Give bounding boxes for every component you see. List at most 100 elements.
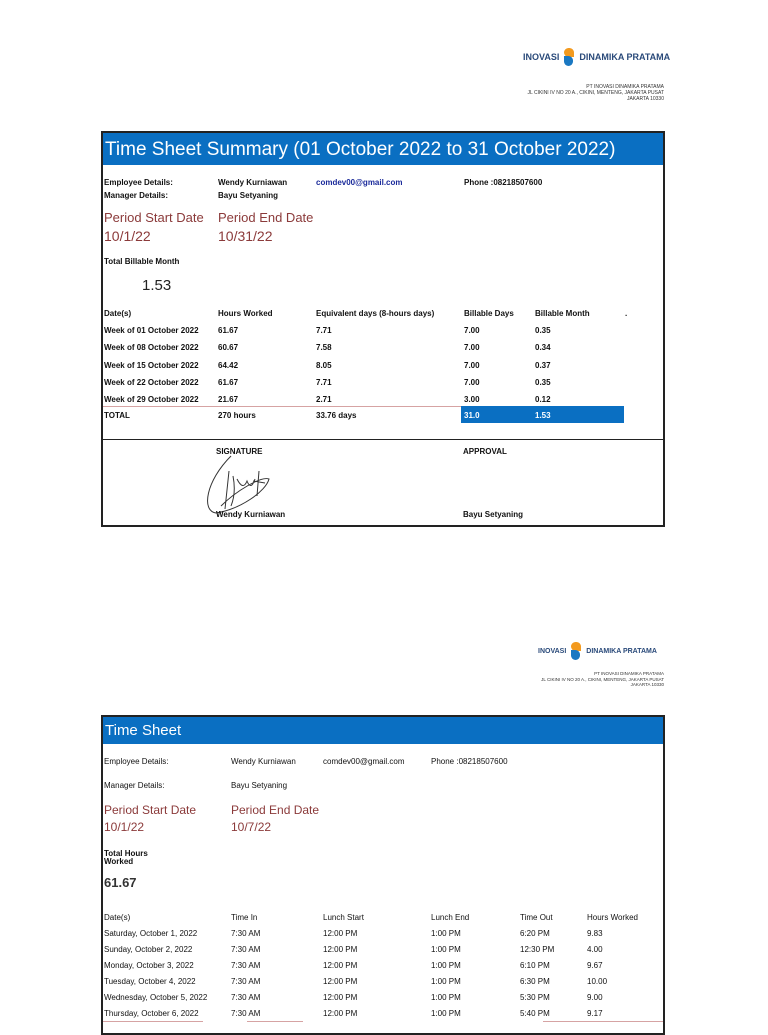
employee-phone: Phone :08218507600: [431, 757, 508, 766]
total-hours-label: Worked: [104, 857, 134, 866]
time-sheet: Time Sheet Employee Details: Wendy Kurni…: [101, 715, 665, 1035]
approval-label: APPROVAL: [463, 447, 507, 456]
employee-email[interactable]: comdev00@gmail.com: [316, 178, 403, 187]
column-header: Time Out: [520, 913, 553, 922]
employee-name: Wendy Kurniawan: [231, 757, 296, 766]
table-cell: 0.35: [535, 326, 551, 335]
table-cell: Week of 22 October 2022: [104, 377, 199, 387]
table-cell: 64.42: [218, 360, 239, 370]
table-cell: 12:30 PM: [520, 945, 555, 954]
table-cell: 1:00 PM: [431, 929, 461, 938]
table-cell: 6:30 PM: [520, 977, 550, 986]
table-cell: 0.34: [535, 343, 551, 353]
table-cell: 12:00 PM: [323, 993, 358, 1002]
company-logo: INOVASI DINAMIKA PRATAMA: [538, 642, 657, 660]
period-start-value: 10/1/22: [104, 228, 151, 244]
table-cell: Monday, October 3, 2022: [104, 961, 194, 970]
table-cell: 7:30 AM: [231, 977, 261, 986]
table-cell: 9.67: [587, 961, 603, 970]
table-cell: 7.00: [464, 326, 480, 335]
column-header: Time In: [231, 913, 258, 922]
table-cell: Week of 01 October 2022: [104, 326, 199, 335]
table-cell: Tuesday, October 4, 2022: [104, 977, 196, 986]
period-end-label: Period End Date: [231, 803, 320, 817]
column-header: Hours Worked: [218, 309, 273, 318]
table-cell: 12:00 PM: [323, 977, 358, 986]
table-cell: 5:30 PM: [520, 993, 550, 1002]
table-cell: 7.58: [316, 343, 332, 353]
table-cell: Thursday, October 6, 2022: [104, 1009, 199, 1018]
table-cell: 9.00: [587, 993, 603, 1002]
table-cell: 1:00 PM: [431, 1009, 461, 1018]
table-cell: Wednesday, October 5, 2022: [104, 993, 208, 1002]
column-header: Lunch Start: [323, 913, 364, 922]
table-cell: Week of 29 October 2022: [104, 395, 199, 405]
column-header: Date(s): [104, 309, 132, 318]
summary-header-bar: Time Sheet Summary (01 October 2022 to 3…: [103, 133, 663, 165]
table-cell: 7.00: [464, 377, 480, 387]
table-cell: Week of 08 October 2022: [104, 343, 199, 353]
employee-name: Wendy Kurniawan: [218, 178, 288, 187]
column-header: Hours Worked: [587, 913, 638, 922]
manager-name: Bayu Setyaning: [218, 191, 279, 200]
table-cell: Week of 15 October 2022: [104, 360, 199, 370]
logo-mark-icon: [570, 642, 582, 660]
table-cell: 12:00 PM: [323, 961, 358, 970]
table-cell: 1:00 PM: [431, 993, 461, 1002]
table-cell: 7:30 AM: [231, 929, 261, 938]
company-logo: INOVASI DINAMIKA PRATAMA: [523, 48, 670, 66]
manager-name: Bayu Setyaning: [231, 781, 288, 790]
table-cell: 0.35: [535, 377, 551, 387]
total-cell: 1.53: [535, 411, 551, 420]
column-header: Billable Month: [535, 309, 590, 318]
table-cell: 6:10 PM: [520, 961, 550, 970]
table-cell: 7:30 AM: [231, 961, 261, 970]
employee-label: Employee Details:: [104, 757, 169, 766]
table-cell: 4.00: [587, 945, 603, 954]
approver-name: Bayu Setyaning: [463, 510, 524, 519]
table-cell: 60.67: [218, 343, 239, 353]
table-cell: 0.37: [535, 360, 551, 370]
table-cell: 9.83: [587, 929, 603, 938]
column-header: Billable Days: [464, 309, 514, 318]
logo-text-right: DINAMIKA PRATAMA: [586, 647, 657, 655]
table-cell: 7.00: [464, 343, 480, 353]
table-cell: 1:00 PM: [431, 945, 461, 954]
logo-mark-icon: [563, 48, 575, 66]
summary-title: Time Sheet Summary (01 October 2022 to 3…: [105, 139, 616, 160]
total-cell: 270 hours: [218, 411, 256, 420]
logo-text-left: INOVASI: [523, 52, 560, 62]
table-cell: 0.12: [535, 395, 551, 405]
address-line: JAKARTA 10330: [626, 96, 664, 102]
timesheet-header-bar: Time Sheet: [103, 717, 663, 744]
column-header: Lunch End: [431, 913, 470, 922]
period-end-value: 10/31/22: [218, 228, 273, 244]
summary-sheet: Time Sheet Summary (01 October 2022 to 3…: [101, 131, 665, 527]
company-address: PT INOVASI DINAMIKA PRATAMA JL CIKINI IV …: [527, 84, 664, 102]
column-header: Date(s): [104, 913, 131, 922]
table-cell: 7.71: [316, 377, 332, 387]
table-cell: 7:30 AM: [231, 1009, 261, 1018]
table-cell: 1:00 PM: [431, 961, 461, 970]
table-cell: 7:30 AM: [231, 993, 261, 1002]
table-cell: 12:00 PM: [323, 929, 358, 938]
table-cell: 3.00: [464, 395, 480, 405]
employee-email[interactable]: comdev00@gmail.com: [323, 757, 404, 766]
table-cell: 61.67: [218, 326, 239, 335]
table-cell: 61.67: [218, 377, 239, 387]
table-cell: 7.71: [316, 326, 332, 335]
manager-label: Manager Details:: [104, 781, 165, 790]
logo-text-right: DINAMIKA PRATAMA: [579, 52, 671, 62]
total-cell: TOTAL: [104, 411, 130, 420]
table-cell: 21.67: [218, 395, 239, 405]
period-end-label: Period End Date: [218, 210, 314, 225]
table-cell: 2.71: [316, 395, 332, 405]
period-start-label: Period Start Date: [104, 210, 204, 225]
company-address: PT INOVASI DINAMIKA PRATAMA JL CIKINI IV …: [541, 671, 664, 688]
table-cell: Sunday, October 2, 2022: [104, 945, 193, 954]
employee-phone: Phone :08218507600: [464, 178, 543, 187]
signer-name: Wendy Kurniawan: [216, 510, 286, 519]
total-cell: 33.76 days: [316, 411, 357, 420]
period-start-value: 10/1/22: [104, 820, 145, 834]
total-cell: 31.0: [464, 411, 480, 420]
